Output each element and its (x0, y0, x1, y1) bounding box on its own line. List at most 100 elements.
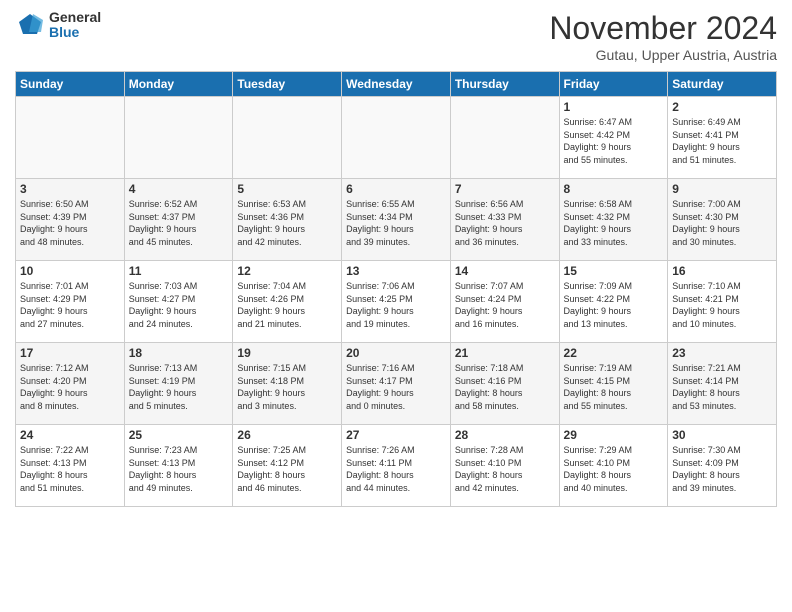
day-info: Sunrise: 6:53 AM Sunset: 4:36 PM Dayligh… (237, 198, 337, 248)
calendar-cell-w5-d2: 25 Sunrise: 7:23 AM Sunset: 4:13 PM Dayli… (124, 425, 233, 507)
calendar-cell-w3-d5: 14Sunrise: 7:07 AM Sunset: 4:24 PM Dayli… (450, 261, 559, 343)
calendar-week-2: 3 Sunrise: 6:50 AM Sunset: 4:39 PM Daylig… (16, 179, 777, 261)
calendar-cell-w3-d3: 12 Sunrise: 7:04 AM Sunset: 4:26 PM Dayli… (233, 261, 342, 343)
calendar-cell-w3-d1: 10Sunrise: 7:01 AM Sunset: 4:29 PM Dayli… (16, 261, 125, 343)
day-number: 14 (455, 264, 555, 278)
day-number: 2 (672, 100, 772, 114)
day-info: Sunrise: 7:22 AM Sunset: 4:13 PM Dayligh… (20, 444, 120, 494)
day-number: 9 (672, 182, 772, 196)
calendar-cell-w2-d5: 7Sunrise: 6:56 AM Sunset: 4:33 PM Daylig… (450, 179, 559, 261)
calendar-week-4: 17 Sunrise: 7:12 AM Sunset: 4:20 PM Dayli… (16, 343, 777, 425)
day-number: 25 (129, 428, 229, 442)
calendar-cell-w2-d6: 8 Sunrise: 6:58 AM Sunset: 4:32 PM Daylig… (559, 179, 668, 261)
calendar-cell-w4-d4: 20Sunrise: 7:16 AM Sunset: 4:17 PM Dayli… (342, 343, 451, 425)
day-info: Sunrise: 7:18 AM Sunset: 4:16 PM Dayligh… (455, 362, 555, 412)
calendar-cell-w4-d3: 19 Sunrise: 7:15 AM Sunset: 4:18 PM Dayli… (233, 343, 342, 425)
day-number: 3 (20, 182, 120, 196)
day-info: Sunrise: 7:13 AM Sunset: 4:19 PM Dayligh… (129, 362, 229, 412)
calendar-cell-w1-d5 (450, 97, 559, 179)
calendar-cell-w1-d6: 1Sunrise: 6:47 AM Sunset: 4:42 PM Daylig… (559, 97, 668, 179)
calendar-cell-w5-d7: 30 Sunrise: 7:30 AM Sunset: 4:09 PM Dayli… (668, 425, 777, 507)
calendar-cell-w2-d3: 5 Sunrise: 6:53 AM Sunset: 4:36 PM Daylig… (233, 179, 342, 261)
calendar-cell-w2-d7: 9 Sunrise: 7:00 AM Sunset: 4:30 PM Daylig… (668, 179, 777, 261)
day-number: 7 (455, 182, 555, 196)
calendar-cell-w4-d1: 17 Sunrise: 7:12 AM Sunset: 4:20 PM Dayli… (16, 343, 125, 425)
calendar-cell-w4-d2: 18Sunrise: 7:13 AM Sunset: 4:19 PM Dayli… (124, 343, 233, 425)
logo-general-text: General (49, 10, 101, 25)
day-number: 10 (20, 264, 120, 278)
calendar-cell-w5-d1: 24 Sunrise: 7:22 AM Sunset: 4:13 PM Dayli… (16, 425, 125, 507)
calendar-cell-w4-d7: 23 Sunrise: 7:21 AM Sunset: 4:14 PM Dayli… (668, 343, 777, 425)
day-number: 17 (20, 346, 120, 360)
day-number: 1 (564, 100, 664, 114)
day-number: 28 (455, 428, 555, 442)
day-number: 23 (672, 346, 772, 360)
calendar-cell-w1-d7: 2 Sunrise: 6:49 AM Sunset: 4:41 PM Daylig… (668, 97, 777, 179)
day-info: Sunrise: 7:09 AM Sunset: 4:22 PM Dayligh… (564, 280, 664, 330)
calendar-cell-w2-d2: 4 Sunrise: 6:52 AM Sunset: 4:37 PM Daylig… (124, 179, 233, 261)
logo-text: General Blue (49, 10, 101, 41)
calendar-cell-w1-d4 (342, 97, 451, 179)
day-info: Sunrise: 6:58 AM Sunset: 4:32 PM Dayligh… (564, 198, 664, 248)
calendar-cell-w3-d6: 15 Sunrise: 7:09 AM Sunset: 4:22 PM Dayli… (559, 261, 668, 343)
day-info: Sunrise: 6:52 AM Sunset: 4:37 PM Dayligh… (129, 198, 229, 248)
calendar-cell-w4-d6: 22 Sunrise: 7:19 AM Sunset: 4:15 PM Dayli… (559, 343, 668, 425)
day-info: Sunrise: 7:04 AM Sunset: 4:26 PM Dayligh… (237, 280, 337, 330)
day-number: 13 (346, 264, 446, 278)
calendar-week-5: 24 Sunrise: 7:22 AM Sunset: 4:13 PM Dayli… (16, 425, 777, 507)
calendar-cell-w3-d4: 13 Sunrise: 7:06 AM Sunset: 4:25 PM Dayli… (342, 261, 451, 343)
day-number: 19 (237, 346, 337, 360)
day-info: Sunrise: 6:49 AM Sunset: 4:41 PM Dayligh… (672, 116, 772, 166)
logo-blue-text: Blue (49, 25, 101, 40)
day-info: Sunrise: 7:00 AM Sunset: 4:30 PM Dayligh… (672, 198, 772, 248)
day-number: 8 (564, 182, 664, 196)
day-number: 11 (129, 264, 229, 278)
calendar-cell-w5-d6: 29 Sunrise: 7:29 AM Sunset: 4:10 PM Dayli… (559, 425, 668, 507)
day-info: Sunrise: 7:12 AM Sunset: 4:20 PM Dayligh… (20, 362, 120, 412)
day-info: Sunrise: 7:03 AM Sunset: 4:27 PM Dayligh… (129, 280, 229, 330)
day-info: Sunrise: 7:06 AM Sunset: 4:25 PM Dayligh… (346, 280, 446, 330)
day-info: Sunrise: 7:10 AM Sunset: 4:21 PM Dayligh… (672, 280, 772, 330)
day-info: Sunrise: 7:25 AM Sunset: 4:12 PM Dayligh… (237, 444, 337, 494)
title-block: November 2024 Gutau, Upper Austria, Aust… (549, 10, 777, 63)
calendar-cell-w3-d7: 16 Sunrise: 7:10 AM Sunset: 4:21 PM Dayli… (668, 261, 777, 343)
calendar-table: Sunday Monday Tuesday Wednesday Thursday… (15, 71, 777, 507)
header-thursday: Thursday (450, 72, 559, 97)
logo-icon (15, 10, 45, 40)
calendar-header-row: Sunday Monday Tuesday Wednesday Thursday… (16, 72, 777, 97)
calendar-cell-w1-d1 (16, 97, 125, 179)
day-info: Sunrise: 7:23 AM Sunset: 4:13 PM Dayligh… (129, 444, 229, 494)
day-number: 20 (346, 346, 446, 360)
day-number: 4 (129, 182, 229, 196)
day-info: Sunrise: 7:29 AM Sunset: 4:10 PM Dayligh… (564, 444, 664, 494)
day-number: 29 (564, 428, 664, 442)
logo: General Blue (15, 10, 101, 41)
header-friday: Friday (559, 72, 668, 97)
calendar-cell-w2-d4: 6Sunrise: 6:55 AM Sunset: 4:34 PM Daylig… (342, 179, 451, 261)
calendar-week-1: 1Sunrise: 6:47 AM Sunset: 4:42 PM Daylig… (16, 97, 777, 179)
calendar-cell-w1-d2 (124, 97, 233, 179)
day-info: Sunrise: 6:50 AM Sunset: 4:39 PM Dayligh… (20, 198, 120, 248)
day-number: 21 (455, 346, 555, 360)
calendar-cell-w5-d4: 27Sunrise: 7:26 AM Sunset: 4:11 PM Dayli… (342, 425, 451, 507)
day-info: Sunrise: 7:30 AM Sunset: 4:09 PM Dayligh… (672, 444, 772, 494)
header-sunday: Sunday (16, 72, 125, 97)
day-info: Sunrise: 7:21 AM Sunset: 4:14 PM Dayligh… (672, 362, 772, 412)
day-number: 16 (672, 264, 772, 278)
header-tuesday: Tuesday (233, 72, 342, 97)
day-number: 12 (237, 264, 337, 278)
day-number: 15 (564, 264, 664, 278)
calendar-cell-w4-d5: 21 Sunrise: 7:18 AM Sunset: 4:16 PM Dayli… (450, 343, 559, 425)
day-number: 24 (20, 428, 120, 442)
month-title: November 2024 (549, 10, 777, 47)
day-number: 5 (237, 182, 337, 196)
header-monday: Monday (124, 72, 233, 97)
day-info: Sunrise: 7:15 AM Sunset: 4:18 PM Dayligh… (237, 362, 337, 412)
day-info: Sunrise: 7:19 AM Sunset: 4:15 PM Dayligh… (564, 362, 664, 412)
location-text: Gutau, Upper Austria, Austria (549, 47, 777, 63)
calendar-week-3: 10Sunrise: 7:01 AM Sunset: 4:29 PM Dayli… (16, 261, 777, 343)
day-number: 30 (672, 428, 772, 442)
day-number: 22 (564, 346, 664, 360)
day-number: 27 (346, 428, 446, 442)
calendar-cell-w5-d5: 28Sunrise: 7:28 AM Sunset: 4:10 PM Dayli… (450, 425, 559, 507)
